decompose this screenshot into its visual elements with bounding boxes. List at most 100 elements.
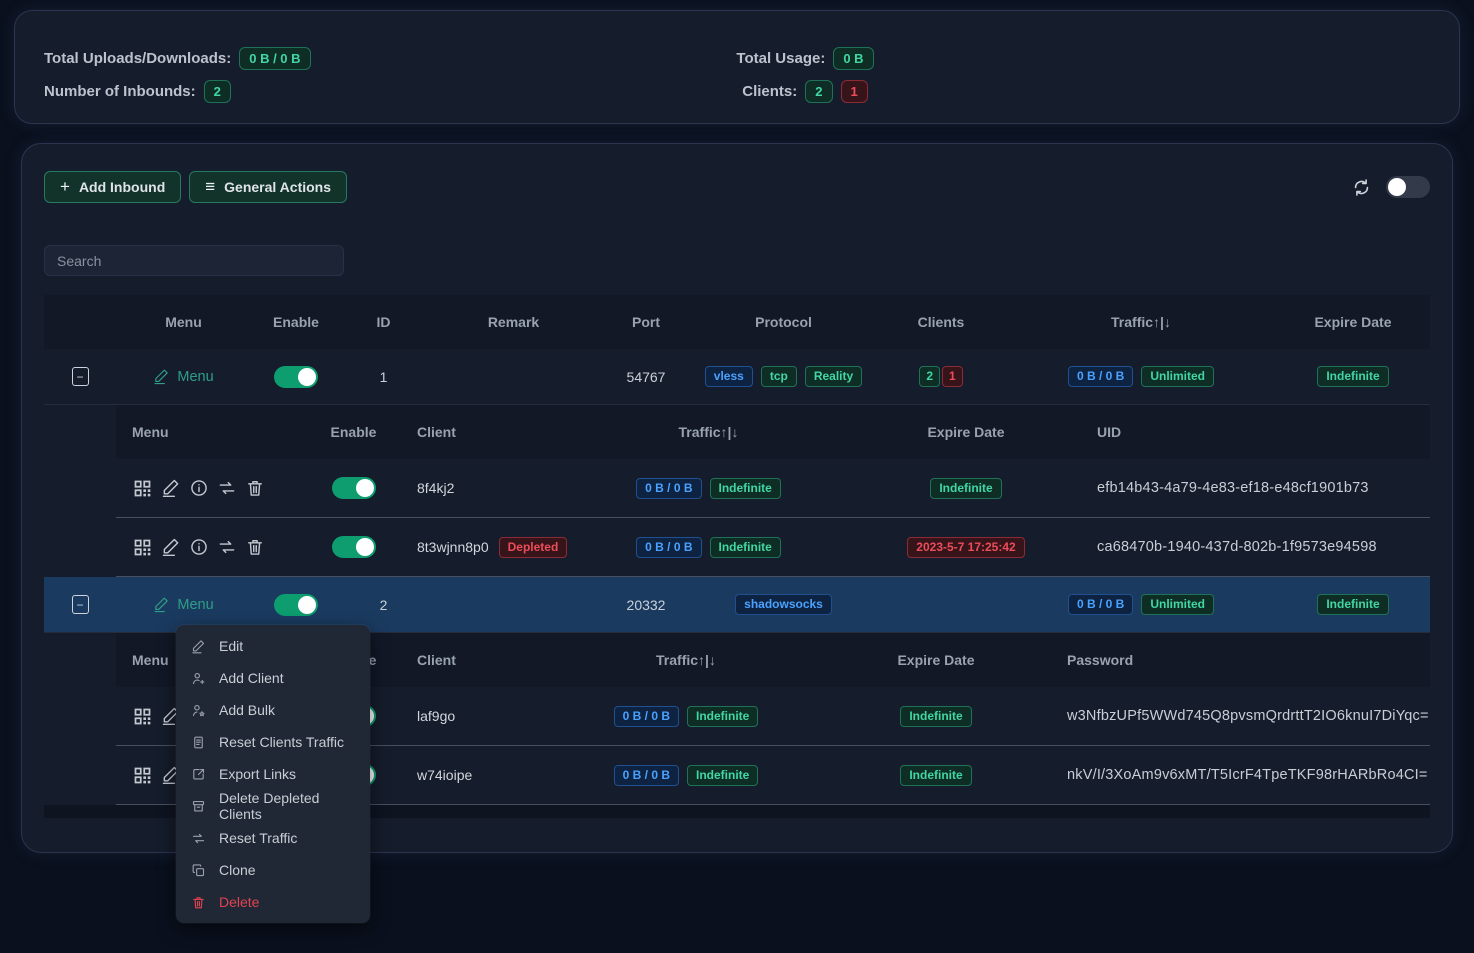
reset-traffic-icon	[191, 831, 206, 846]
qr-code-icon[interactable]	[132, 478, 153, 499]
refresh-icon[interactable]	[1352, 178, 1371, 197]
delete-icon	[191, 895, 206, 910]
header-client-menu: Menu	[116, 424, 306, 440]
client-uid: ca68470b-1940-437d-802b-1f9573e94598	[1081, 539, 1430, 555]
menu-item-add-client[interactable]: Add Client	[176, 662, 370, 694]
info-icon[interactable]	[189, 537, 209, 557]
delete-client-icon[interactable]	[245, 537, 265, 557]
menu-item-edit[interactable]: Edit	[176, 630, 370, 662]
expire-badge: Indefinite	[900, 765, 971, 786]
client-name: laf9go	[417, 708, 455, 724]
menu-item-label: Delete Depleted Clients	[219, 790, 355, 822]
add-client-icon	[191, 671, 206, 686]
header-client-name: Client	[401, 652, 551, 668]
reset-traffic-icon[interactable]	[217, 537, 237, 557]
menu-item-clone[interactable]: Clone	[176, 854, 370, 886]
inbound-row-1: − Menu 1 54767 vless tcp	[44, 349, 1430, 405]
expire-date-badge: 2023-5-7 17:25:42	[907, 537, 1024, 558]
inbound-protocols: shadowsocks	[691, 594, 876, 615]
edit-client-icon[interactable]	[161, 478, 181, 498]
reset-clients-traffic-icon	[191, 735, 206, 750]
protocol-badge: shadowsocks	[735, 594, 832, 615]
menu-item-export-links[interactable]: Export Links	[176, 758, 370, 790]
general-actions-button[interactable]: ≡ General Actions	[189, 171, 347, 203]
clients-table-header: Menu Enable Client Traffic↑|↓ Expire Dat…	[116, 405, 1430, 459]
client-traffic: 0 B / 0 B Indefinite	[551, 706, 821, 727]
menu-item-label: Add Bulk	[219, 702, 275, 718]
header-client-traffic-sort[interactable]: Traffic↑|↓	[551, 652, 821, 668]
qr-code-icon[interactable]	[132, 706, 153, 727]
stat-clients: Clients: 2 1	[742, 80, 867, 102]
menu-item-reset-traffic[interactable]: Reset Traffic	[176, 822, 370, 854]
search-input[interactable]	[44, 245, 344, 276]
header-enable: Enable	[251, 314, 341, 330]
header-client-traffic-sort[interactable]: Traffic↑|↓	[566, 424, 851, 440]
clone-icon	[191, 863, 206, 878]
collapse-row-button[interactable]: −	[72, 367, 89, 386]
traffic-limit-badge: Unlimited	[1141, 366, 1214, 387]
menu-item-add-bulk[interactable]: Add Bulk	[176, 694, 370, 726]
inbound-traffic: 0 B / 0 B Unlimited	[1006, 366, 1276, 387]
inbound-menu-label: Menu	[177, 597, 213, 613]
stats-left-column: Total Uploads/Downloads: 0 B / 0 B Numbe…	[44, 47, 311, 102]
menu-item-label: Clone	[219, 862, 256, 878]
info-icon[interactable]	[189, 478, 209, 498]
inbounds-count-label: Number of Inbounds:	[44, 83, 196, 100]
header-traffic-sort[interactable]: Traffic↑|↓	[1006, 314, 1276, 330]
clients-label: Clients:	[742, 83, 797, 100]
protocol-badge: vless	[705, 366, 753, 387]
header-client-uid: UID	[1081, 424, 1430, 440]
inbound-protocols: vless tcp Reality	[691, 366, 876, 387]
stat-uploads-downloads: Total Uploads/Downloads: 0 B / 0 B	[44, 47, 311, 69]
edit-client-icon[interactable]	[161, 537, 181, 557]
client-password: nkV/I/3XoAm9v6xMT/T5IcrF4TpeTKF98rHARbRo…	[1051, 767, 1430, 783]
header-client-enable: Enable	[306, 424, 401, 440]
collapse-row-button[interactable]: −	[72, 595, 89, 614]
add-bulk-icon	[191, 703, 206, 718]
menu-item-delete[interactable]: Delete	[176, 886, 370, 918]
client-traffic: 0 B / 0 B Indefinite	[551, 765, 821, 786]
traffic-limit-badge: Unlimited	[1141, 594, 1214, 615]
traffic-limit-badge: Indefinite	[687, 706, 758, 727]
client-password: w3NfbzUPf5WWd745Q8pvsmQrdrttT2IO6knuI7Di…	[1051, 708, 1430, 724]
inbound-port: 20332	[601, 597, 691, 613]
menu-item-delete-depleted-clients[interactable]: Delete Depleted Clients	[176, 790, 370, 822]
inbound-menu-button[interactable]: Menu	[153, 368, 213, 385]
traffic-badge: 0 B / 0 B	[614, 765, 679, 786]
inbound-port: 54767	[601, 369, 691, 385]
header-client-expire: Expire Date	[821, 652, 1051, 668]
menu-item-label: Delete	[219, 894, 259, 910]
dark-mode-toggle[interactable]	[1386, 176, 1430, 198]
qr-code-icon[interactable]	[132, 765, 153, 786]
delete-client-icon[interactable]	[245, 478, 265, 498]
inbound-menu-label: Menu	[177, 369, 213, 385]
inbound-enable-toggle[interactable]	[274, 594, 318, 616]
client-row: 8f4kj2 0 B / 0 B Indefinite Indefinite e…	[116, 459, 1430, 518]
menu-item-reset-clients-traffic[interactable]: Reset Clients Traffic	[176, 726, 370, 758]
depleted-badge: Depleted	[499, 537, 568, 558]
inbound-clients-counts: 2 1	[919, 366, 962, 387]
menu-item-label: Reset Traffic	[219, 830, 297, 846]
client-enable-toggle[interactable]	[332, 536, 376, 558]
edit-pencil-icon	[153, 596, 170, 613]
inbound-enable-toggle[interactable]	[274, 366, 318, 388]
stats-right-column: Total Usage: 0 B Clients: 2 1	[665, 47, 945, 102]
client-enable-toggle[interactable]	[332, 477, 376, 499]
menu-item-label: Export Links	[219, 766, 296, 782]
client-name: w74ioipe	[417, 767, 472, 783]
inbound-context-menu: Edit Add Client Add Bulk Reset Clients T…	[176, 625, 370, 923]
inbounds-page: Total Uploads/Downloads: 0 B / 0 B Numbe…	[0, 0, 1474, 953]
usage-value-badge: 0 B	[833, 47, 873, 70]
reset-traffic-icon[interactable]	[217, 478, 237, 498]
header-expire-date: Expire Date	[1276, 314, 1430, 330]
edit-icon	[191, 639, 206, 654]
expire-badge: Indefinite	[1317, 366, 1388, 387]
add-inbound-button[interactable]: + Add Inbound	[44, 171, 181, 203]
inbound-id: 1	[341, 369, 426, 385]
client-traffic: 0 B / 0 B Indefinite	[566, 478, 851, 499]
edit-pencil-icon	[153, 368, 170, 385]
header-port: Port	[601, 314, 691, 330]
inbound-menu-button[interactable]: Menu	[153, 596, 213, 613]
qr-code-icon[interactable]	[132, 537, 153, 558]
clients-table-inbound-1: Menu Enable Client Traffic↑|↓ Expire Dat…	[116, 405, 1430, 577]
